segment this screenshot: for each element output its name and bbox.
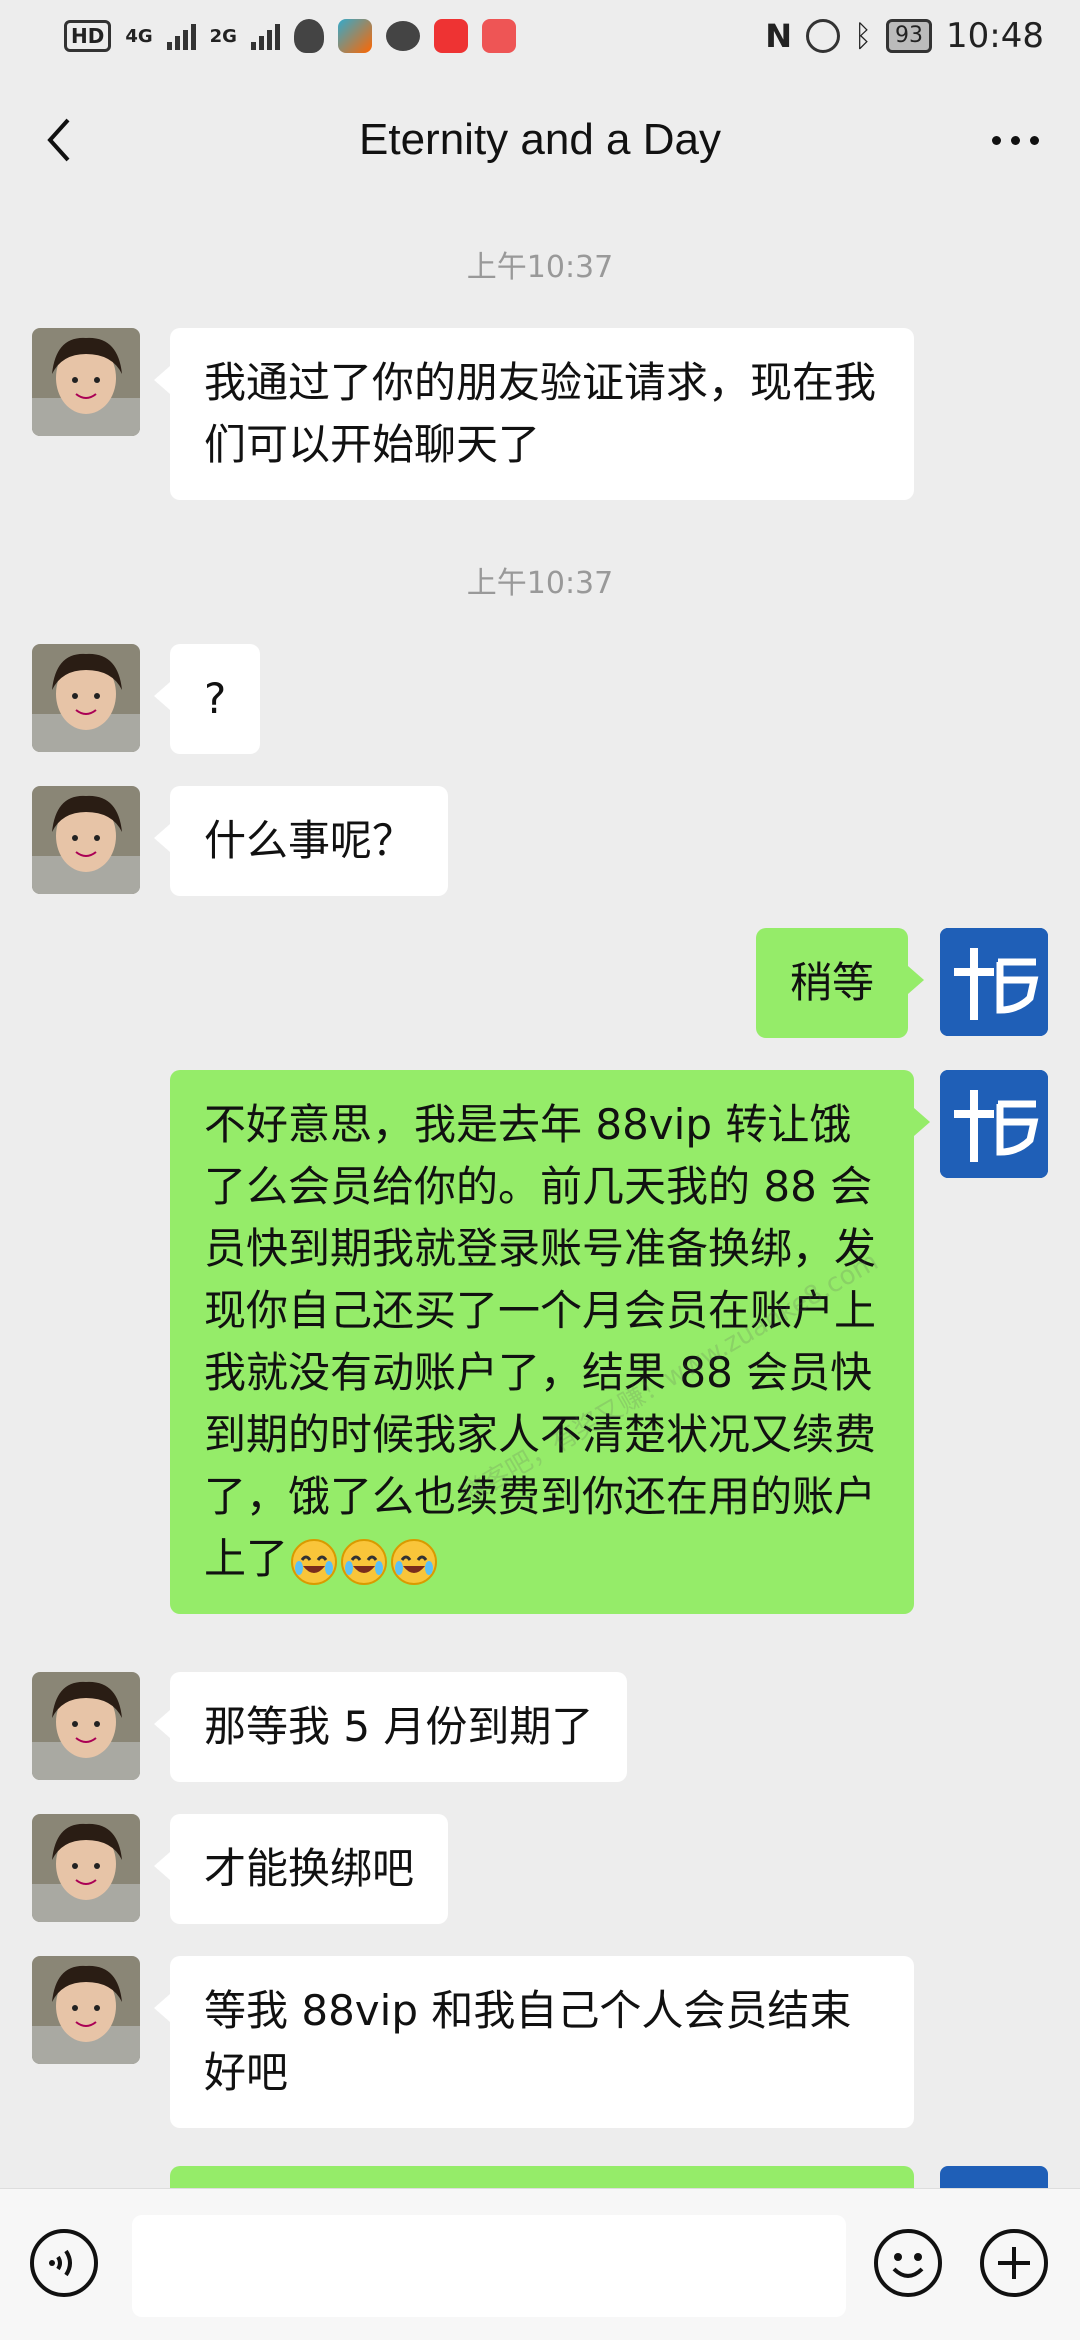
plus-icon (980, 2229, 1048, 2297)
app-icon (337, 19, 372, 53)
timestamp: 上午10:37 (466, 250, 614, 285)
message-bubble[interactable]: 等我 88vip 和我自己个人会员结束好吧 (154, 1956, 914, 2128)
avatar-photo (32, 1672, 140, 1780)
avatar[interactable] (32, 328, 140, 436)
message-bubble[interactable]: 我通过了你的朋友验证请求，现在我们可以开始聊天了 (154, 328, 914, 500)
input-bar (0, 2188, 1080, 2340)
qq-icon (293, 19, 324, 53)
chat-screen: HD 4G 2G N ᛒ 93 10:48 Eternity and a Day (0, 0, 1080, 2340)
message-bubble[interactable]: ? (153, 644, 261, 754)
emoji-button[interactable] (872, 2227, 944, 2299)
self-avatar[interactable] (940, 1070, 1048, 1178)
chevron-left-icon (47, 118, 70, 162)
avatar[interactable] (32, 644, 140, 752)
logo-avatar (940, 1070, 1048, 1178)
message-bubble[interactable]: 才能换绑吧 (153, 1814, 449, 1924)
more-dots-icon (991, 135, 1001, 145)
bluetooth-icon: ᛒ (854, 18, 873, 54)
avatar[interactable] (32, 786, 140, 894)
avatar[interactable] (32, 1672, 140, 1780)
status-right: N ᛒ 93 10:48 (765, 16, 1044, 56)
message-bubble[interactable]: 那等我 5 月份到期了 (153, 1672, 628, 1782)
avatar-photo (32, 1814, 140, 1922)
chat-title: Eternity and a Day (359, 115, 721, 164)
signal-icon (166, 22, 196, 50)
app-icon-red-2 (481, 19, 516, 53)
status-left: HD 4G 2G (64, 19, 516, 53)
more-button[interactable] (980, 110, 1050, 170)
laugh-cry-emoji (291, 1538, 338, 1585)
message-text: 不好意思，我是去年 88vip 转让饿了么会员给你的。前几天我的 88 会员快到… (204, 1100, 877, 1583)
network-2g-label: 2G (209, 25, 237, 47)
logo-avatar (940, 928, 1048, 1036)
signal-icon-2 (250, 22, 280, 50)
message-input[interactable] (132, 2215, 846, 2317)
avatar-photo (32, 1956, 140, 2064)
avatar[interactable] (32, 1814, 140, 1922)
voice-button[interactable] (28, 2227, 100, 2299)
smiley-icon (874, 2229, 942, 2297)
status-bar: HD 4G 2G N ᛒ 93 10:48 (0, 0, 1080, 72)
message-bubble-sent[interactable]: 稍等 (756, 928, 925, 1038)
nfc-icon: N (765, 17, 793, 55)
app-icon-red (433, 19, 468, 53)
laugh-cry-emoji (341, 1538, 388, 1585)
network-4g-label: 4G (125, 25, 153, 47)
self-avatar-partial[interactable] (940, 2166, 1048, 2188)
avatar[interactable] (32, 1956, 140, 2064)
hd-badge: HD (64, 20, 112, 52)
message-list[interactable]: 上午10:37 我通过了你的朋友验证请求，现在我们可以开始聊天了 上午10:37 (0, 208, 1080, 2188)
message-bubble-sent[interactable]: 不好意思，我是去年 88vip 转让饿了么会员给你的。前几天我的 88 会员快到… (170, 1070, 930, 1614)
timestamp: 上午10:37 (466, 566, 614, 601)
message-icon (385, 21, 420, 51)
message-bubble[interactable]: 什么事呢？ (153, 786, 449, 896)
message-bubble-sent-partial[interactable] (170, 2166, 914, 2188)
self-avatar[interactable] (940, 928, 1048, 1036)
avatar-photo (32, 328, 140, 436)
avatar-photo (32, 644, 140, 752)
avatar-photo (32, 786, 140, 894)
more-dot (1029, 135, 1039, 145)
laugh-cry-emoji (391, 1538, 438, 1585)
title-bar: Eternity and a Day (0, 72, 1080, 208)
back-button[interactable] (30, 110, 90, 170)
more-dot (1010, 135, 1020, 145)
plus-button[interactable] (978, 2227, 1050, 2299)
clock: 10:48 (946, 16, 1044, 56)
battery-icon: 93 (886, 19, 933, 53)
alarm-icon (806, 19, 841, 53)
voice-icon (30, 2229, 98, 2297)
